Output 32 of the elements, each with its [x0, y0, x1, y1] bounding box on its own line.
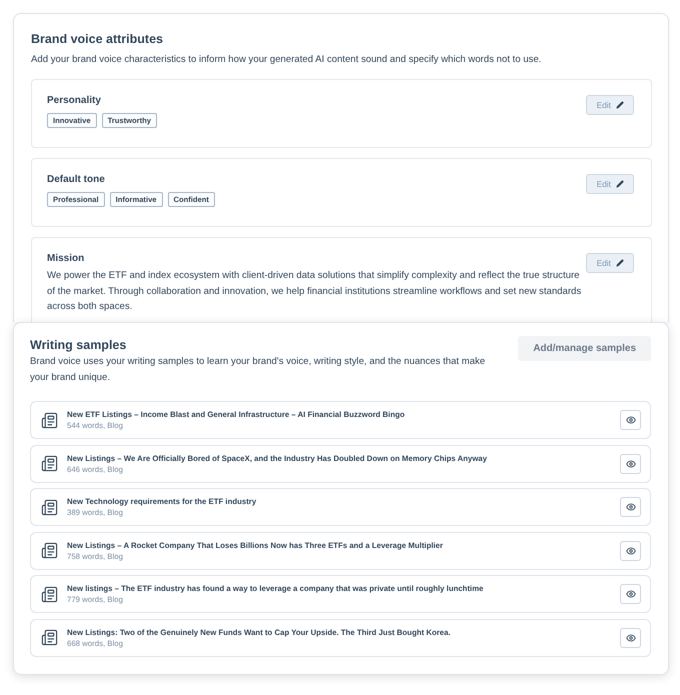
pencil-icon	[616, 101, 624, 109]
section-description: Add your brand voice characteristics to inform how your generated AI content sound and specify which words not to use.	[31, 53, 542, 67]
eye-icon	[626, 415, 636, 425]
edit-button[interactable]: Edit	[586, 95, 634, 115]
view-button[interactable]	[620, 410, 641, 430]
newspaper-icon	[41, 412, 58, 428]
newspaper-icon	[41, 498, 58, 516]
eye-icon	[626, 502, 636, 512]
pencil-icon	[616, 180, 624, 188]
newspaper-icon	[41, 586, 58, 602]
section-title: Writing samples	[30, 337, 128, 353]
eye-icon	[626, 589, 636, 599]
view-button[interactable]	[620, 628, 641, 648]
newspaper-icon	[41, 629, 58, 646]
attribute-title: Mission	[47, 252, 86, 265]
view-button[interactable]	[620, 584, 641, 604]
mission-text: We power the ETF and index ecosystem with client-driven data solutions that simplify complexity and reflect the true structure of the market. Through collaboration and innovation, we help financial institutions streamline workflows and set new standards across both spaces.	[47, 269, 582, 314]
edit-button[interactable]: Edit	[586, 253, 634, 273]
eye-icon	[626, 458, 636, 468]
attribute-title: Personality	[47, 94, 102, 107]
eye-icon	[626, 546, 636, 556]
view-button[interactable]	[620, 540, 641, 560]
newspaper-icon	[41, 455, 58, 472]
pencil-icon	[616, 259, 624, 267]
view-button[interactable]	[620, 454, 641, 474]
section-title: Brand voice attributes	[31, 31, 164, 47]
attribute-title: Default tone	[47, 173, 106, 186]
eye-icon	[626, 632, 636, 642]
newspaper-icon	[41, 542, 58, 559]
section-description: Brand voice uses your writing samples to learn your brand's voice, writing style, and the nuances that make your brand unique.	[30, 355, 486, 385]
view-button[interactable]	[620, 497, 641, 517]
edit-button[interactable]: Edit	[586, 174, 634, 194]
